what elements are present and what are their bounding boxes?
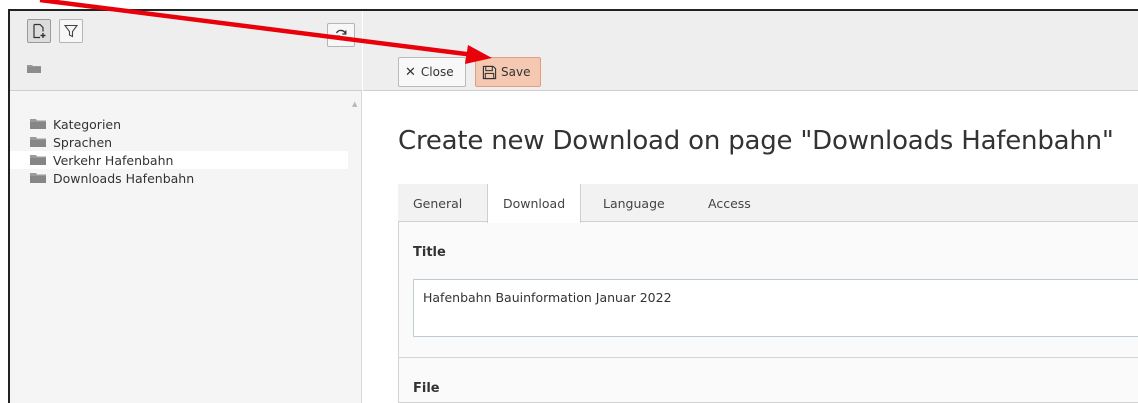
close-icon: ✕ bbox=[405, 64, 416, 80]
tab-label: General bbox=[413, 195, 463, 211]
folder-icon bbox=[30, 119, 46, 129]
file-field-label: File bbox=[413, 381, 440, 396]
tree-item-label: Sprachen bbox=[53, 134, 113, 150]
tab-label: Download bbox=[503, 196, 566, 211]
tab-download[interactable]: Download bbox=[487, 184, 582, 223]
tab-language[interactable]: Language bbox=[588, 184, 680, 222]
new-page-button[interactable] bbox=[27, 19, 51, 43]
folder-icon bbox=[30, 155, 46, 165]
tree-scroll-up-icon[interactable]: ▲ bbox=[352, 100, 357, 108]
refresh-button[interactable] bbox=[327, 23, 355, 47]
folder-icon bbox=[30, 173, 46, 183]
tree-item-verkehr-hafenbahn[interactable]: Verkehr Hafenbahn bbox=[10, 151, 348, 169]
page-tree: Kategorien Sprachen Verkehr Hafenbahn Do… bbox=[10, 115, 348, 187]
tab-access[interactable]: Access bbox=[693, 184, 766, 222]
tab-general[interactable]: General bbox=[398, 184, 477, 222]
tree-item-label: Kategorien bbox=[53, 116, 122, 132]
tree-item-downloads-hafenbahn[interactable]: Downloads Hafenbahn bbox=[10, 169, 348, 187]
new-page-icon bbox=[33, 23, 46, 39]
title-input[interactable]: Hafenbahn Bauinformation Januar 2022 bbox=[413, 279, 1138, 337]
root-folder-icon[interactable] bbox=[27, 64, 41, 73]
filter-icon bbox=[63, 24, 79, 38]
refresh-icon bbox=[335, 29, 347, 41]
tab-bar: General Download Language Access bbox=[398, 184, 1138, 223]
close-button[interactable]: ✕ Close bbox=[398, 57, 466, 87]
folder-icon bbox=[30, 137, 46, 147]
tab-label: Access bbox=[708, 195, 751, 211]
tree-item-label: Downloads Hafenbahn bbox=[53, 170, 195, 186]
tree-item-label: Verkehr Hafenbahn bbox=[53, 152, 174, 168]
save-button[interactable]: Save bbox=[475, 57, 541, 87]
section-divider bbox=[399, 357, 1138, 358]
save-button-label: Save bbox=[501, 65, 531, 79]
save-icon bbox=[482, 65, 497, 79]
filter-button[interactable] bbox=[59, 19, 83, 43]
tree-item-kategorien[interactable]: Kategorien bbox=[10, 115, 348, 133]
tab-label: Language bbox=[603, 195, 665, 211]
title-field-label: Title bbox=[413, 245, 446, 260]
tree-item-sprachen[interactable]: Sprachen bbox=[10, 133, 348, 151]
page-title: Create new Download on page "Downloads H… bbox=[398, 126, 1114, 156]
close-button-label: Close bbox=[420, 65, 454, 79]
